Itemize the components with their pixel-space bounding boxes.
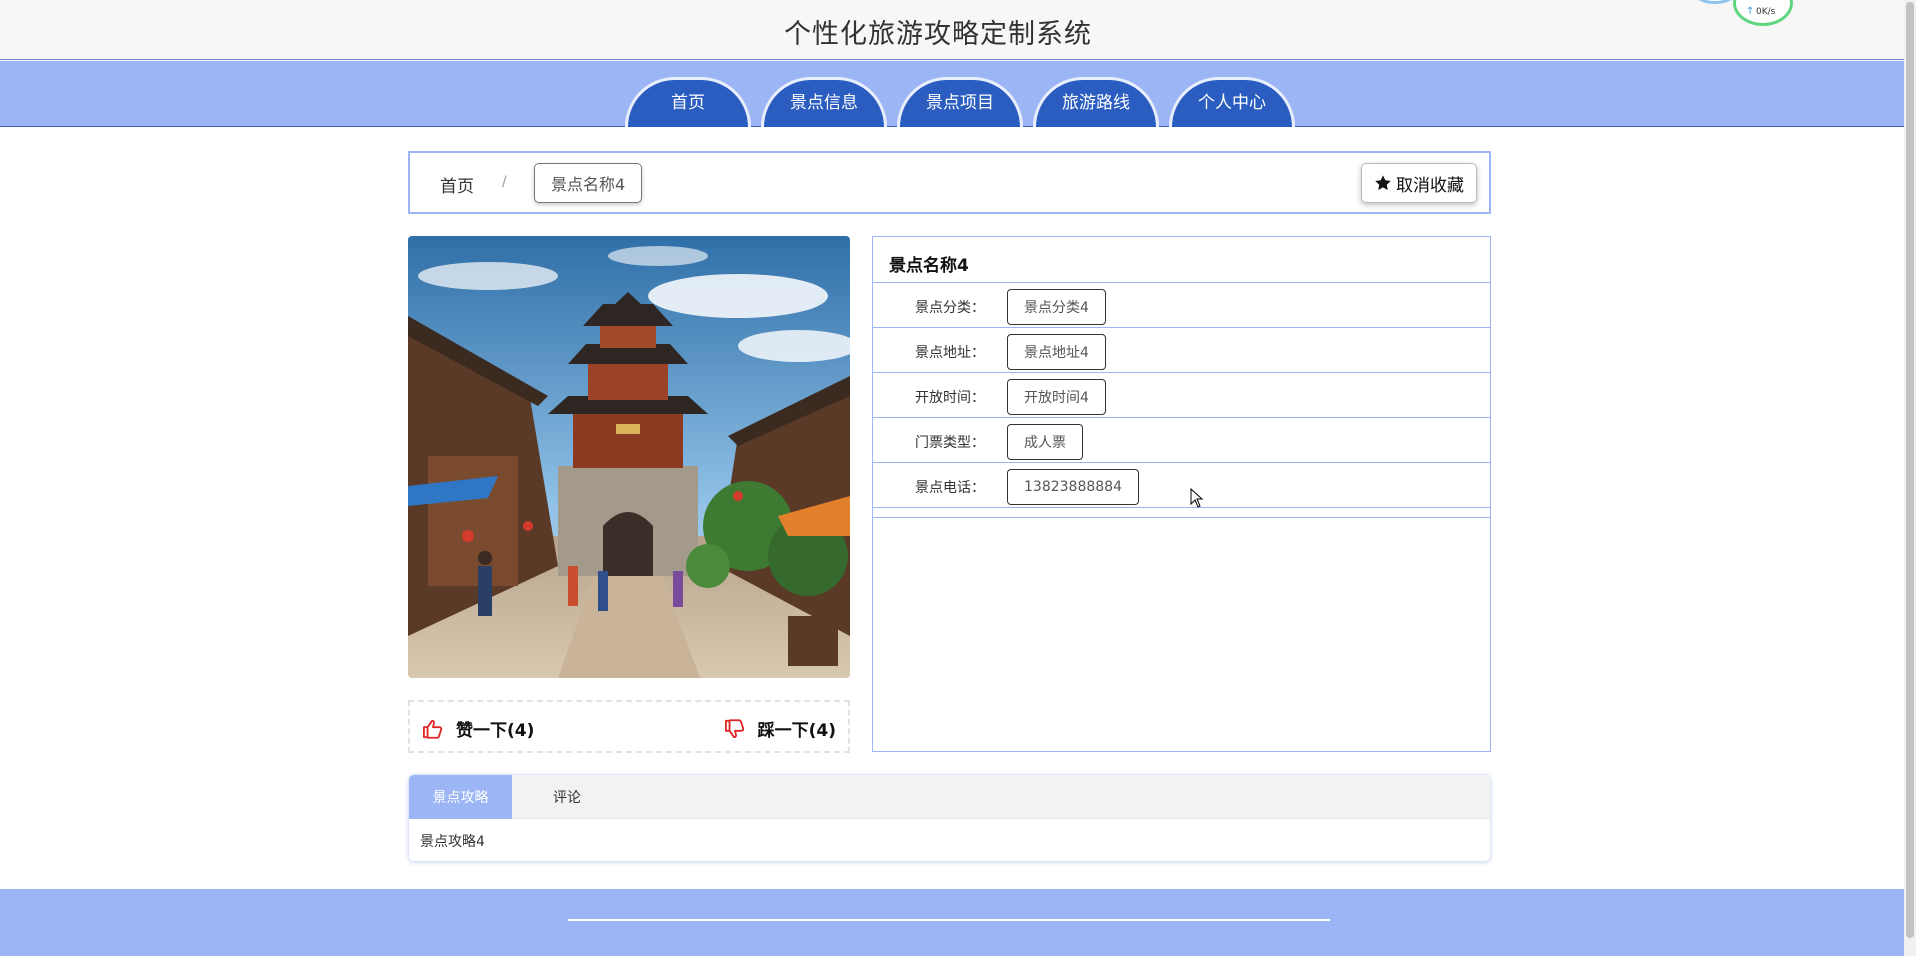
dislike-button[interactable]: 踩一下(4) xyxy=(724,716,836,741)
like-button[interactable]: 赞一下(4) xyxy=(422,716,534,741)
spot-name: 景点名称4 xyxy=(873,237,1490,283)
breadcrumb-current: 景点名称4 xyxy=(534,163,643,203)
breadcrumb: 首页 / 景点名称4 取消收藏 xyxy=(408,151,1491,214)
info-row-category: 景点分类： 景点分类4 xyxy=(873,283,1490,328)
nav-item-travel-routes[interactable]: 旅游路线 xyxy=(1033,77,1159,127)
info-row-opening-hours: 开放时间： 开放时间4 xyxy=(873,373,1490,418)
thumbs-up-icon xyxy=(422,719,443,739)
scrollbar-thumb[interactable] xyxy=(1906,2,1914,938)
info-label: 开放时间： xyxy=(915,390,985,406)
net-monitor-badge xyxy=(1693,0,1737,4)
vote-bar: 赞一下(4) 踩一下(4) xyxy=(408,700,850,753)
unfavorite-label: 取消收藏 xyxy=(1396,175,1464,196)
tabs-header: 景点攻略 评论 xyxy=(409,775,1490,819)
site-title: 个性化旅游攻略定制系统 xyxy=(784,19,1092,50)
info-row-phone: 景点电话： 13823888884 xyxy=(873,463,1490,508)
nav-item-personal-center[interactable]: 个人中心 xyxy=(1169,77,1295,127)
info-label: 门票类型： xyxy=(915,435,985,451)
info-value: 13823888884 xyxy=(1007,469,1139,505)
footer-divider xyxy=(568,919,1330,921)
nav-item-spot-projects[interactable]: 景点项目 xyxy=(897,77,1023,127)
thumbs-down-icon xyxy=(724,718,744,738)
info-value: 景点地址4 xyxy=(1007,334,1106,370)
spot-info-panel: 景点名称4 景点分类： 景点分类4 景点地址： 景点地址4 开放时间： 开放时间… xyxy=(872,236,1491,752)
spot-photo xyxy=(408,236,850,678)
tab-content: 景点攻略4 xyxy=(420,834,485,850)
nav-item-home[interactable]: 首页 xyxy=(625,77,751,127)
mouse-cursor-icon xyxy=(1190,488,1204,508)
info-value: 景点分类4 xyxy=(1007,289,1106,325)
info-value: 开放时间4 xyxy=(1007,379,1106,415)
header-bar: 个性化旅游攻略定制系统 ↑ 0K/s xyxy=(0,0,1904,60)
net-speed-text: 0K/s xyxy=(1756,7,1776,17)
nav-item-spot-info[interactable]: 景点信息 xyxy=(761,77,887,127)
info-label: 景点地址： xyxy=(915,345,985,361)
info-row-address: 景点地址： 景点地址4 xyxy=(873,328,1490,373)
info-row-ticket-type: 门票类型： 成人票 xyxy=(873,418,1490,463)
breadcrumb-separator: / xyxy=(502,174,507,190)
main-nav: 首页 景点信息 景点项目 旅游路线 个人中心 xyxy=(0,77,1900,127)
footer xyxy=(0,889,1904,956)
tab-spot-guide[interactable]: 景点攻略 xyxy=(409,775,512,819)
tab-comments[interactable]: 评论 xyxy=(512,775,622,819)
spot-photo-image xyxy=(408,236,850,678)
breadcrumb-home-link[interactable]: 首页 xyxy=(440,172,474,197)
detail-tabs: 景点攻略 评论 景点攻略4 xyxy=(408,774,1491,862)
upload-arrow-icon: ↑ xyxy=(1746,6,1755,17)
info-value: 成人票 xyxy=(1007,424,1083,460)
dislike-label: 踩一下(4) xyxy=(757,721,836,741)
divider xyxy=(873,508,1490,518)
star-icon xyxy=(1375,175,1391,191)
info-label: 景点电话： xyxy=(915,480,985,496)
unfavorite-button[interactable]: 取消收藏 xyxy=(1361,163,1477,203)
like-label: 赞一下(4) xyxy=(456,721,535,741)
scrollbar[interactable] xyxy=(1904,0,1916,956)
nav-band: 首页 景点信息 景点项目 旅游路线 个人中心 xyxy=(0,61,1904,127)
info-label: 景点分类： xyxy=(915,300,985,316)
